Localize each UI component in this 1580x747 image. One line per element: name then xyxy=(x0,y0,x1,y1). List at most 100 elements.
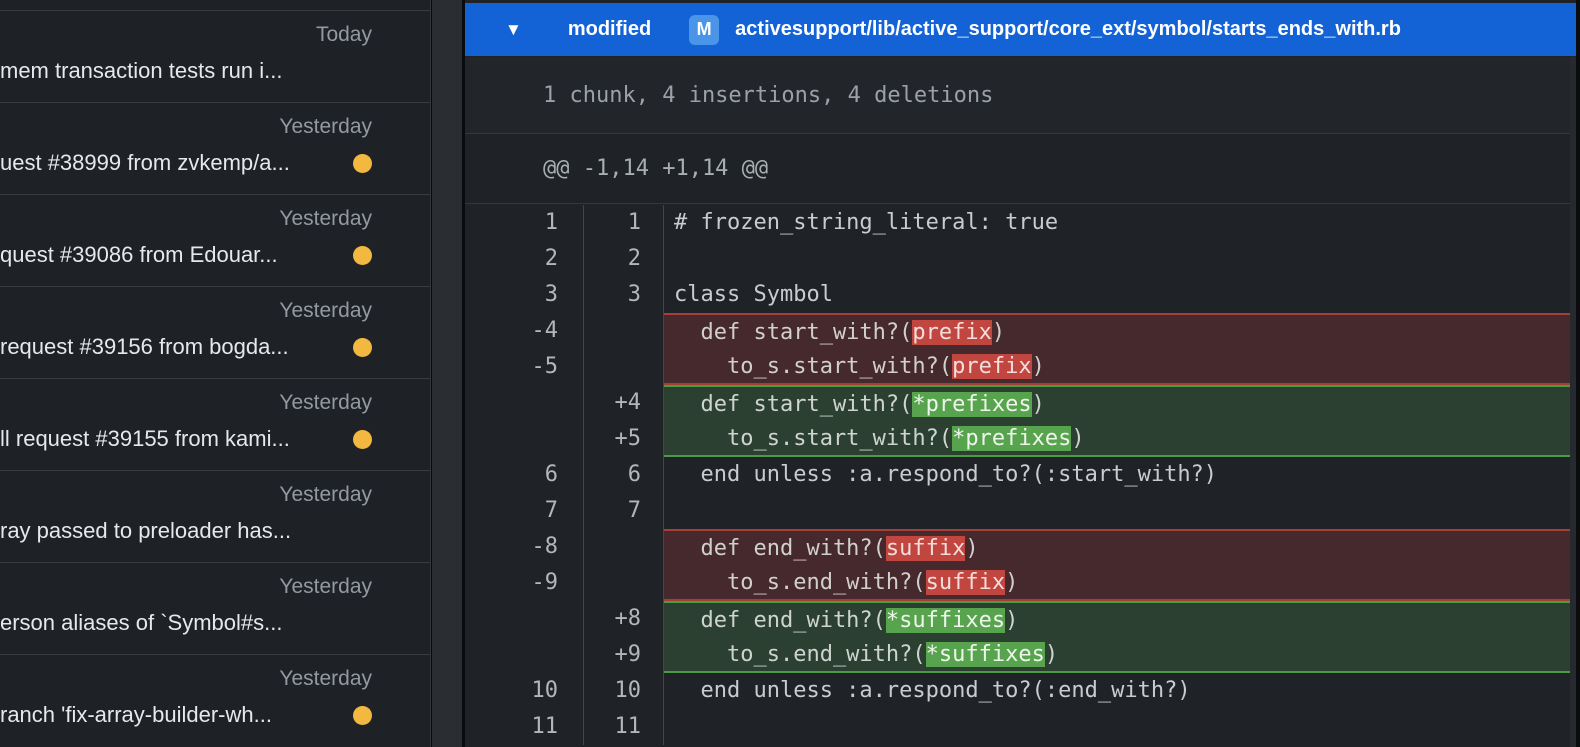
code-segment: def end_with?( xyxy=(674,536,886,561)
commit-line: ranch 'fix-array-builder-wh... xyxy=(0,700,372,730)
new-line-number xyxy=(584,565,664,601)
code-line: # frozen_string_literal: true xyxy=(664,205,1570,241)
diff-panel: ▼ modified M activesupport/lib/active_su… xyxy=(465,0,1580,747)
inline-change-highlight: suffix xyxy=(926,570,1005,595)
file-header[interactable]: ▼ modified M activesupport/lib/active_su… xyxy=(465,3,1576,56)
diff-row[interactable]: -8 def end_with?(suffix) xyxy=(465,529,1570,565)
code-line: def end_with?(*suffixes) xyxy=(664,601,1570,637)
status-dot-icon xyxy=(353,338,372,357)
commit-date: Yesterday xyxy=(0,114,372,140)
commit-line: mem transaction tests run i... xyxy=(0,56,372,86)
diff-row[interactable]: 77 xyxy=(465,493,1570,529)
diff-row[interactable]: 66 end unless :a.respond_to?(:start_with… xyxy=(465,457,1570,493)
inline-change-highlight: *suffixes xyxy=(926,642,1045,667)
new-line-number: +8 xyxy=(584,601,664,637)
new-line-number: 1 xyxy=(584,205,664,241)
code-line: to_s.end_with?(*suffixes) xyxy=(664,637,1570,673)
inline-change-highlight: suffix xyxy=(886,536,965,561)
new-line-number: +5 xyxy=(584,421,664,457)
old-line-number: 6 xyxy=(465,457,584,493)
commit-row[interactable]: Todaymem transaction tests run i... xyxy=(0,10,430,102)
old-line-number: -8 xyxy=(465,529,584,565)
panel-divider[interactable] xyxy=(432,0,465,747)
new-line-number xyxy=(584,349,664,385)
status-dot-icon xyxy=(353,706,372,725)
commit-line: uest #38999 from zvkemp/a... xyxy=(0,148,372,178)
code-segment: ) xyxy=(1005,570,1018,595)
code-line: to_s.start_with?(*prefixes) xyxy=(664,421,1570,457)
old-line-number: 1 xyxy=(465,205,584,241)
code-segment: to_s.end_with?( xyxy=(674,642,926,667)
diff-row[interactable]: +8 def end_with?(*suffixes) xyxy=(465,601,1570,637)
commit-row[interactable]: Yesterday uest #38999 from zvkemp/a... xyxy=(0,102,430,194)
code-segment: to_s.start_with?( xyxy=(674,354,952,379)
old-line-number: -4 xyxy=(465,313,584,349)
code-segment: end unless :a.respond_to?(:end_with?) xyxy=(674,678,1191,703)
status-dot-icon xyxy=(353,154,372,173)
commit-date: Yesterday xyxy=(0,206,372,232)
old-line-number: 11 xyxy=(465,709,584,745)
new-line-number: +9 xyxy=(584,637,664,673)
diff-row[interactable]: +5 to_s.start_with?(*prefixes) xyxy=(465,421,1570,457)
diff-row[interactable]: 33class Symbol xyxy=(465,277,1570,313)
old-line-number xyxy=(465,385,584,421)
commit-date: Yesterday xyxy=(0,666,372,692)
commit-line: erson aliases of `Symbol#s... xyxy=(0,608,372,638)
commit-row[interactable]: Yesterday quest #39086 from Edouar... xyxy=(0,194,430,286)
commit-date: Yesterday xyxy=(0,574,372,600)
collapse-triangle-icon[interactable]: ▼ xyxy=(505,21,522,38)
code-segment: ) xyxy=(1032,354,1045,379)
diff-row[interactable]: 1111 xyxy=(465,709,1570,745)
hunk-header: @@ -1,14 +1,14 @@ xyxy=(465,134,1570,204)
commit-line: ll request #39155 from kami... xyxy=(0,424,372,454)
commit-line: request #39156 from bogda... xyxy=(0,332,372,362)
inline-change-highlight: *suffixes xyxy=(886,608,1005,633)
code-line: to_s.start_with?(prefix) xyxy=(664,349,1570,385)
diff-row[interactable]: -5 to_s.start_with?(prefix) xyxy=(465,349,1570,385)
commit-list: Todaymem transaction tests run i...Yeste… xyxy=(0,0,431,747)
new-line-number: 7 xyxy=(584,493,664,529)
commit-row[interactable]: Yesterday request #39156 from bogda... xyxy=(0,286,430,378)
window-edge xyxy=(1576,0,1580,747)
old-line-number: 2 xyxy=(465,241,584,277)
diff-row[interactable]: 1010 end unless :a.respond_to?(:end_with… xyxy=(465,673,1570,709)
new-line-number: 3 xyxy=(584,277,664,313)
old-line-number: 10 xyxy=(465,673,584,709)
new-line-number: 10 xyxy=(584,673,664,709)
modified-badge: M xyxy=(689,15,719,45)
code-segment: def end_with?( xyxy=(674,608,886,633)
commit-row[interactable]: Yesterdayll request #39155 from kami... xyxy=(0,378,430,470)
code-segment: to_s.start_with?( xyxy=(674,426,952,451)
code-line: end unless :a.respond_to?(:end_with?) xyxy=(664,673,1570,709)
old-line-number: 7 xyxy=(465,493,584,529)
diff-row[interactable]: +9 to_s.end_with?(*suffixes) xyxy=(465,637,1570,673)
code-segment: ) xyxy=(965,536,978,561)
new-line-number xyxy=(584,529,664,565)
commit-row[interactable]: Yesterday ranch 'fix-array-builder-wh... xyxy=(0,654,430,746)
old-line-number xyxy=(465,637,584,673)
commit-message: ll request #39155 from kami... xyxy=(0,424,290,454)
inline-change-highlight: *prefixes xyxy=(952,426,1071,451)
commit-date: Yesterday xyxy=(0,298,372,324)
commit-message: ranch 'fix-array-builder-wh... xyxy=(0,700,272,730)
new-line-number: 2 xyxy=(584,241,664,277)
diff-row[interactable]: -4 def start_with?(prefix) xyxy=(465,313,1570,349)
commit-message: quest #39086 from Edouar... xyxy=(0,240,278,270)
commit-date: Yesterday xyxy=(0,482,372,508)
file-status-label: modified xyxy=(568,18,651,41)
inline-change-highlight: prefix xyxy=(952,354,1031,379)
commit-row[interactable]: Yesterdayray passed to preloader has... xyxy=(0,470,430,562)
new-line-number: +4 xyxy=(584,385,664,421)
old-line-number: -9 xyxy=(465,565,584,601)
diff-row[interactable]: 22 xyxy=(465,241,1570,277)
commit-line: quest #39086 from Edouar... xyxy=(0,240,372,270)
commit-row[interactable]: Yesterday erson aliases of `Symbol#s... xyxy=(0,562,430,654)
code-segment: def start_with?( xyxy=(674,392,912,417)
diff-row[interactable]: -9 to_s.end_with?(suffix) xyxy=(465,565,1570,601)
code-segment: ) xyxy=(1032,392,1045,417)
code-segment: def start_with?( xyxy=(674,320,912,345)
diff-row[interactable]: 11# frozen_string_literal: true xyxy=(465,205,1570,241)
diff-row[interactable]: +4 def start_with?(*prefixes) xyxy=(465,385,1570,421)
diff-rows: 11# frozen_string_literal: true2233class… xyxy=(465,205,1570,745)
code-line: def start_with?(prefix) xyxy=(664,313,1570,349)
